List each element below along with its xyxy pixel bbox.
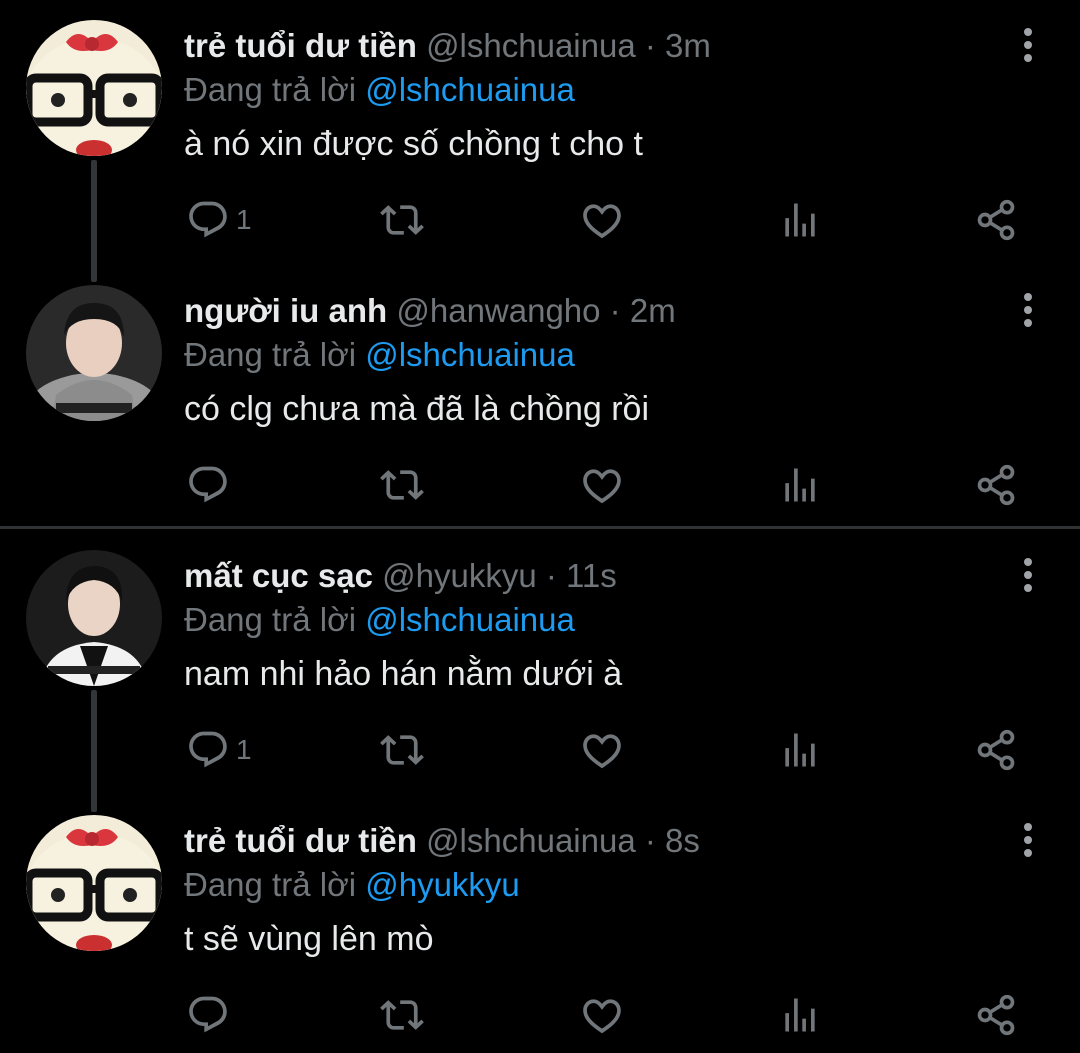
- mention-link[interactable]: @hyukkyu: [365, 866, 520, 903]
- reply-count: 1: [236, 204, 252, 235]
- replying-to: Đang trả lời @hyukkyu: [184, 865, 1000, 905]
- retweet-button[interactable]: [380, 991, 424, 1039]
- stats-icon: [785, 468, 815, 502]
- author-name[interactable]: trẻ tuổi dư tiền: [184, 27, 417, 64]
- separator-dot: ·: [635, 27, 666, 64]
- reply-button[interactable]: 1: [186, 196, 252, 244]
- like-icon: [583, 204, 621, 239]
- stats-icon: [785, 203, 815, 237]
- replying-to-label: Đang trả lời: [184, 336, 366, 373]
- mention-link[interactable]: @lshchuainua: [365, 601, 575, 638]
- author-handle[interactable]: @lshchuainua: [426, 822, 636, 859]
- like-button[interactable]: [580, 991, 624, 1039]
- like-button[interactable]: [580, 726, 624, 774]
- replying-to: Đang trả lời @lshchuainua: [184, 600, 1000, 640]
- reply-icon: [189, 731, 227, 768]
- timestamp[interactable]: 2m: [630, 292, 676, 329]
- author-handle[interactable]: @hanwangho: [396, 292, 600, 329]
- stats-icon: [785, 733, 815, 767]
- replying-to-label: Đang trả lời: [184, 71, 366, 108]
- timestamp[interactable]: 3m: [665, 27, 711, 64]
- tweet[interactable]: trẻ tuổi dư tiền @lshchuainua · 3m Đang …: [0, 0, 1080, 282]
- retweet-button[interactable]: [380, 196, 424, 244]
- tweet-text: có clg chưa mà đã là chồng rồi: [184, 390, 650, 428]
- like-icon: [583, 469, 621, 504]
- tweet-text: à nó xin được số chồng t cho t: [184, 125, 643, 163]
- share-button[interactable]: [974, 461, 1018, 509]
- share-icon: [977, 464, 1015, 506]
- more-icon[interactable]: [1022, 28, 1034, 62]
- separator-dot: ·: [600, 292, 630, 329]
- avatar[interactable]: [26, 815, 162, 951]
- share-button[interactable]: [974, 196, 1018, 244]
- like-icon: [583, 999, 621, 1034]
- stats-button[interactable]: [778, 991, 822, 1039]
- stats-button[interactable]: [778, 461, 822, 509]
- reply-icon: [189, 996, 227, 1033]
- mention-link[interactable]: @lshchuainua: [365, 336, 575, 373]
- replying-to-label: Đang trả lời: [184, 866, 366, 903]
- like-button[interactable]: [580, 461, 624, 509]
- timestamp[interactable]: 11s: [566, 557, 617, 594]
- reply-button[interactable]: [186, 461, 236, 509]
- share-icon: [977, 994, 1015, 1036]
- stats-button[interactable]: [778, 196, 822, 244]
- author-handle[interactable]: @lshchuainua: [426, 27, 636, 64]
- reply-count: 1: [236, 734, 252, 765]
- tweet[interactable]: người iu anh @hanwangho · 2m Đang trả lờ…: [0, 265, 1080, 530]
- avatar[interactable]: [26, 550, 162, 686]
- replying-to: Đang trả lời @lshchuainua: [184, 335, 1000, 375]
- stats-button[interactable]: [778, 726, 822, 774]
- tweet-text: t sẽ vùng lên mò: [184, 920, 434, 958]
- stats-icon: [785, 998, 815, 1032]
- thread-connector: [91, 690, 97, 812]
- timestamp[interactable]: 8s: [665, 822, 700, 859]
- like-button[interactable]: [580, 196, 624, 244]
- replying-to-label: Đang trả lời: [184, 601, 366, 638]
- avatar[interactable]: [26, 285, 162, 421]
- reply-button[interactable]: [186, 991, 236, 1039]
- separator-dot: ·: [536, 557, 567, 594]
- retweet-icon: [380, 205, 424, 235]
- tweet-text: nam nhi hảo hán nằm dưới à: [184, 655, 623, 693]
- action-bar: 1: [184, 726, 1024, 774]
- share-icon: [977, 729, 1015, 771]
- tweet[interactable]: mất cục sạc @hyukkyu · 11s Đang trả lời …: [0, 530, 1080, 812]
- separator-dot: ·: [635, 822, 666, 859]
- author-name[interactable]: mất cục sạc: [184, 557, 373, 594]
- more-icon[interactable]: [1022, 823, 1034, 857]
- conversation-divider: [0, 526, 1080, 529]
- more-icon[interactable]: [1022, 293, 1034, 327]
- share-button[interactable]: [974, 726, 1018, 774]
- retweet-icon: [380, 735, 424, 765]
- replying-to: Đang trả lời @lshchuainua: [184, 70, 1000, 110]
- like-icon: [583, 734, 621, 769]
- retweet-button[interactable]: [380, 726, 424, 774]
- action-bar: [184, 461, 1024, 509]
- action-bar: 1: [184, 196, 1024, 244]
- thread-connector: [91, 160, 97, 282]
- author-handle[interactable]: @hyukkyu: [382, 557, 537, 594]
- avatar[interactable]: [26, 20, 162, 156]
- retweet-icon: [380, 470, 424, 500]
- reply-icon: [189, 466, 227, 503]
- reply-thread-feed: trẻ tuổi dư tiền @lshchuainua · 3m Đang …: [0, 0, 1080, 1053]
- mention-link[interactable]: @lshchuainua: [365, 71, 575, 108]
- more-icon[interactable]: [1022, 558, 1034, 592]
- author-name[interactable]: người iu anh: [184, 292, 387, 329]
- reply-button[interactable]: 1: [186, 726, 252, 774]
- author-name[interactable]: trẻ tuổi dư tiền: [184, 822, 417, 859]
- action-bar: [184, 991, 1024, 1039]
- reply-icon: [189, 201, 227, 238]
- share-button[interactable]: [974, 991, 1018, 1039]
- share-icon: [977, 199, 1015, 241]
- retweet-button[interactable]: [380, 461, 424, 509]
- retweet-icon: [380, 1000, 424, 1030]
- tweet[interactable]: trẻ tuổi dư tiền @lshchuainua · 8s Đang …: [0, 795, 1080, 1053]
